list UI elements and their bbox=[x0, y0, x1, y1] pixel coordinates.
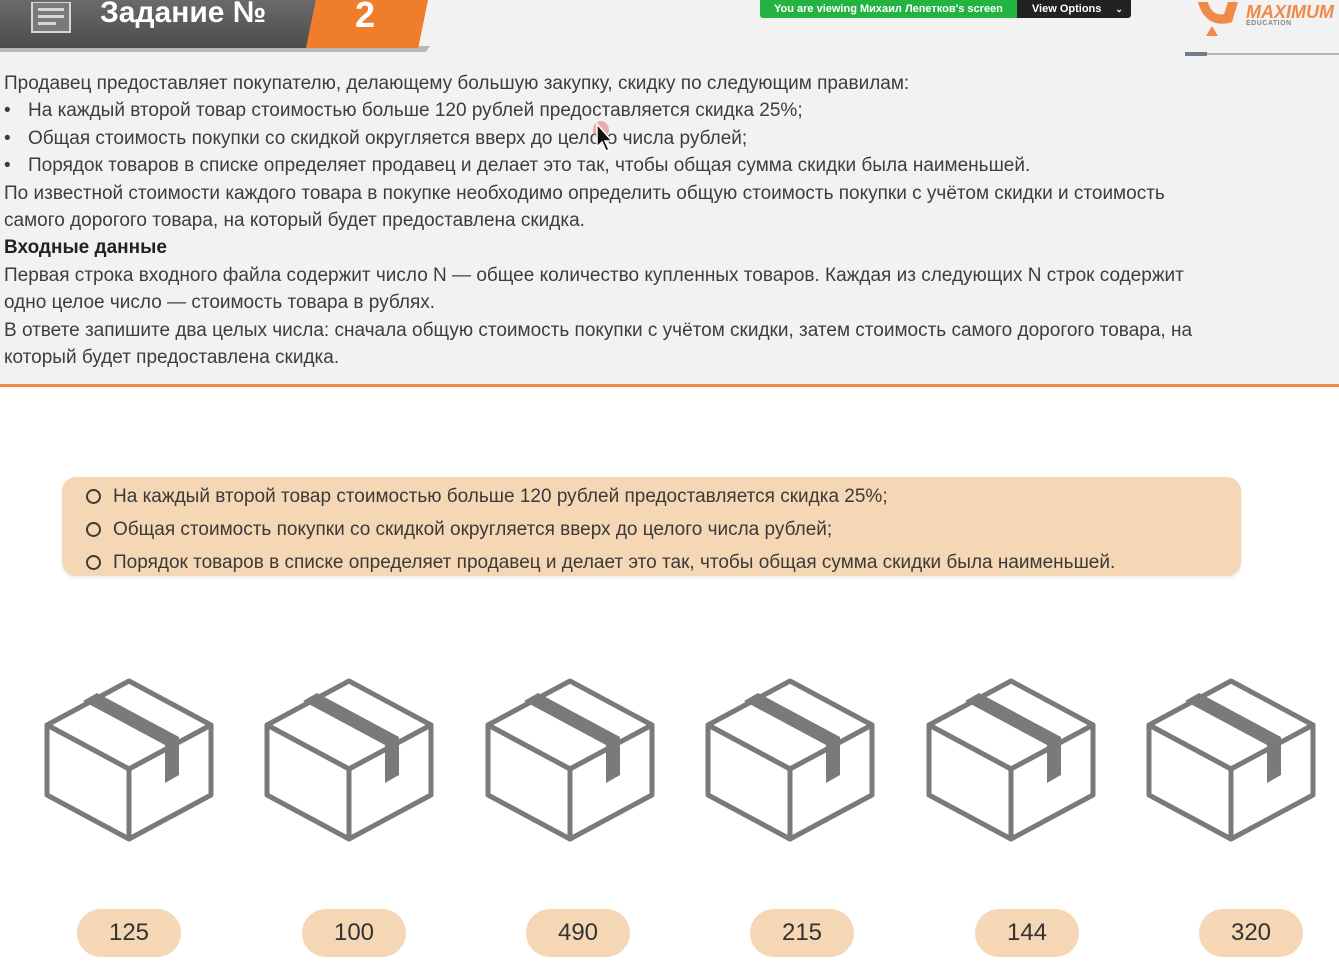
rule-text: Порядок товаров в списке определяет прод… bbox=[113, 552, 1116, 573]
box-icon bbox=[264, 678, 434, 842]
box-icon bbox=[485, 678, 655, 842]
circle-bullet-icon bbox=[86, 522, 101, 537]
price-tag: 125 bbox=[77, 909, 181, 957]
price-tag: 100 bbox=[302, 909, 406, 957]
task-bullet-text: На каждый второй товар стоимостью больше… bbox=[28, 100, 803, 122]
bullet-dot: • bbox=[4, 100, 11, 122]
input-data-line: одно целое число — стоимость товара в ру… bbox=[4, 292, 436, 314]
header-divider bbox=[0, 384, 1339, 387]
task-bullet: • Порядок товаров в списке определяет пр… bbox=[4, 152, 1324, 179]
circle-bullet-icon bbox=[86, 489, 101, 504]
document-icon bbox=[31, 2, 71, 33]
rule-text: На каждый второй товар стоимостью больше… bbox=[113, 486, 888, 507]
screen-share-bar: You are viewing Михаил Лепетков's screen… bbox=[760, 0, 1131, 18]
bullet-dot: • bbox=[4, 127, 11, 149]
view-options-label: View Options bbox=[1031, 3, 1102, 15]
box-icon bbox=[926, 678, 1096, 842]
bullet-dot: • bbox=[4, 155, 11, 177]
task-bullet-text: Общая стоимость покупки со скидкой округ… bbox=[28, 127, 748, 149]
price-tag: 490 bbox=[526, 909, 630, 957]
input-data-line: Первая строка входного файла содержит чи… bbox=[4, 264, 1184, 286]
box-icon bbox=[1146, 678, 1316, 842]
logo-underline-accent bbox=[1185, 52, 1207, 56]
logo-underline bbox=[1185, 53, 1339, 55]
answer-line: В ответе запишите два целых числа: снача… bbox=[4, 319, 1193, 341]
chevron-down-icon: ⌄ bbox=[1115, 4, 1123, 14]
task-bullet: • На каждый второй товар стоимостью боль… bbox=[4, 97, 1324, 124]
box-icon bbox=[44, 678, 214, 842]
task-question-line: По известной стоимости каждого товара в … bbox=[4, 182, 1165, 204]
task-question-line: самого дорогого товара, на который будет… bbox=[4, 210, 585, 232]
logo-subtext: EDUCATION bbox=[1246, 20, 1292, 27]
rule-item: Порядок товаров в списке определяет прод… bbox=[86, 546, 1115, 579]
maximum-logo-icon bbox=[1198, 2, 1238, 36]
task-description: Продавец предоставляет покупателю, делаю… bbox=[4, 70, 1324, 371]
price-tag: 320 bbox=[1199, 909, 1303, 957]
task-bullet-text: Порядок товаров в списке определяет прод… bbox=[28, 155, 1031, 177]
view-options-button[interactable]: View Options ⌄ bbox=[1016, 0, 1131, 18]
input-data-heading: Входные данные bbox=[4, 237, 167, 259]
price-tag: 215 bbox=[750, 909, 854, 957]
answer-line: который будет предоставлена скидка. bbox=[4, 347, 340, 369]
rule-item: На каждый второй товар стоимостью больше… bbox=[86, 480, 1115, 513]
screen-share-status: You are viewing Михаил Лепетков's screen bbox=[760, 0, 1017, 18]
rule-item: Общая стоимость покупки со скидкой округ… bbox=[86, 513, 1115, 546]
rules-list: На каждый второй товар стоимостью больше… bbox=[86, 480, 1115, 579]
task-number: 2 bbox=[355, 0, 376, 35]
mouse-cursor-icon bbox=[593, 121, 614, 153]
slide-page: Задание № 2 You are viewing Михаил Лепет… bbox=[0, 0, 1339, 977]
task-intro: Продавец предоставляет покупателю, делаю… bbox=[4, 73, 910, 94]
task-title: Задание № bbox=[100, 0, 267, 29]
price-tag: 144 bbox=[975, 909, 1079, 957]
task-bullet: • Общая стоимость покупки со скидкой окр… bbox=[4, 125, 1324, 152]
box-icon bbox=[705, 678, 875, 842]
circle-bullet-icon bbox=[86, 555, 101, 570]
rule-text: Общая стоимость покупки со скидкой округ… bbox=[113, 519, 833, 540]
